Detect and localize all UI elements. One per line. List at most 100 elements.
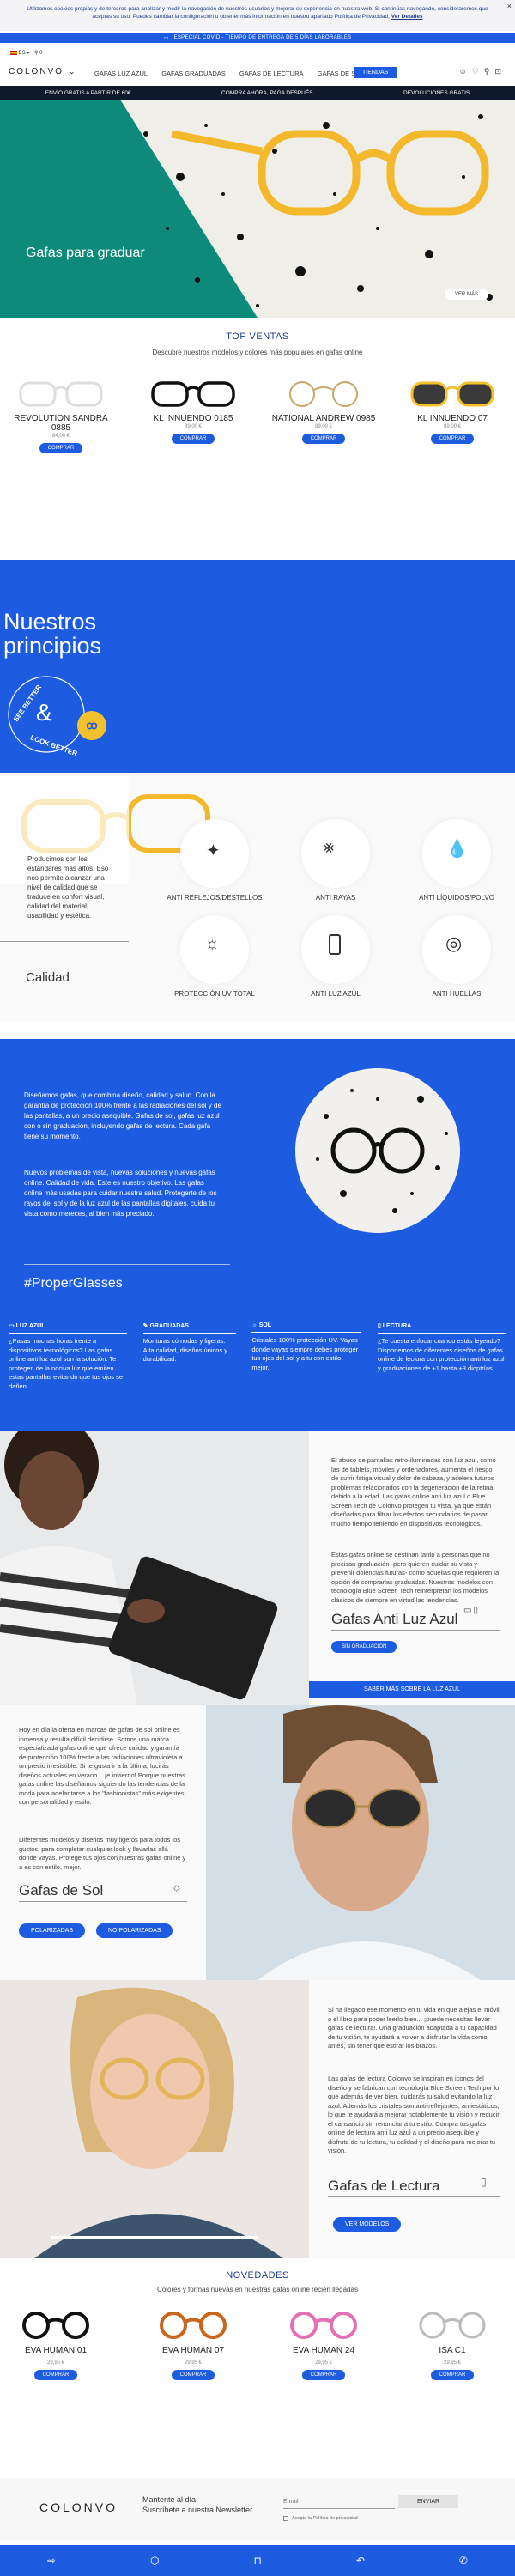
product-name: EVA HUMAN 01 [24,2346,88,2355]
glasses-black-icon [151,381,235,407]
product-card[interactable]: NATIONAL ANDREW 0985 89,00 € COMPRAR [268,378,379,444]
reading-panel: Si ha llegado ese momento en tu vida en … [309,1980,515,2258]
fingerprint-icon: ◎ [445,933,463,954]
user-icon[interactable]: ☺ [459,67,472,76]
newsletter-line2: Suscríbete a nuestra Newsletter [142,2506,253,2514]
truck-icon: ▭ [163,35,169,41]
chevron-down-icon[interactable]: ⌄ [69,67,76,76]
newsletter: COLONVO Mantente al día Suscríbete a nue… [0,2478,515,2540]
principles-banner: Nuestros principios SEE BETTER & LOOK BE… [0,560,515,773]
about-text-1: Diseñamos gafas, que combina diseño, cal… [24,1091,221,1140]
product-card[interactable]: KL INNUENDO 07 89,00 € COMPRAR [397,378,508,444]
bag-icon: ⚲ [34,51,39,56]
stores-button[interactable]: TIENDAS [354,67,397,78]
cookie-banner: Utilizamos cookies propias y de terceros… [0,0,515,31]
close-icon[interactable]: × [507,3,512,10]
newsletter-email-input[interactable] [283,2495,395,2509]
search-icon[interactable]: ⚲ [484,67,495,76]
buy-button[interactable]: COMPRAR [430,2370,475,2380]
about-col-graduated: ✎ GRADUADAS Monturas cómodas y ligeras. … [142,1322,236,1391]
cart-mini[interactable]: ⚲ 0 [34,50,42,56]
product-card[interactable]: KL INNUENDO 0185 89,00 € COMPRAR [137,378,249,444]
product-name: ISA C1 [439,2346,466,2355]
product-card[interactable]: EVA HUMAN 07 29,95 € COMPRAR [137,2310,249,2380]
product-name: KL INNUENDO 07 [417,414,488,423]
product-price: 89,00 € [443,424,462,429]
col-text: Cristales 100% protección UV. Vayas dond… [251,1336,359,1371]
drops-icon: 💧 [446,840,468,859]
logo[interactable]: COLONVO [9,67,64,76]
feature-anti-fingerprint: ◎ [422,915,491,984]
reading-title: Gafas de Lectura [328,2178,440,2194]
hashtag: #ProperGlasses [24,1276,123,1291]
feature-anti-reflection: ✦ [180,819,249,888]
product-card[interactable]: EVA HUMAN 01 29,95 € COMPRAR [0,2310,112,2380]
phone-icon [329,934,341,955]
heart-icon[interactable]: ♡ [472,67,484,76]
product-name: EVA HUMAN 24 [292,2346,355,2355]
top-sales-subtitle: Descubre nuestros modelos y colores más … [152,349,363,356]
truck-icon[interactable]: ⇨ [47,2555,56,2567]
principles-title-line2: principios [3,633,102,659]
sun-photo [206,1705,515,1980]
buy-button[interactable]: COMPRAR [171,434,215,444]
hero-banner: Gafas para graduar VER MÁS [0,100,515,318]
feature-label: ANTI LUZ AZUL [311,990,360,998]
cart-icon[interactable]: ⊡ [494,67,506,76]
product-card[interactable]: REVOLUTION SANDRA 0885 84,00 € COMPRAR [5,378,117,453]
mobile-bottom-bar: ⇨ ⬡ ⊓ ↶ ✆ [0,2545,515,2576]
device-icons: ▭▯ [464,1606,480,1615]
reading-photo [0,1980,309,2258]
polarized-button[interactable]: POLARIZADAS [19,1923,86,1938]
cookie-details-link[interactable]: Ver Detalles [391,14,423,20]
newsletter-line1: Mantente al día [142,2495,197,2504]
glasses-circle-image [295,1068,460,1233]
top-sales-title: TOP VENTAS [226,331,289,342]
tag-icon[interactable]: ⬡ [150,2555,159,2567]
product-card[interactable]: ISA C1 29,95 € COMPRAR [397,2310,508,2380]
return-icon[interactable]: ↶ [356,2555,365,2567]
woman-tablet-image [0,1431,309,1705]
newsletter-submit-button[interactable]: ENVIAR [398,2495,459,2508]
language-selector[interactable]: ES ▾ [10,50,29,56]
news-title: NOVEDADES [226,2270,289,2281]
nav-icons: ☺♡⚲⊡ [459,67,506,76]
buy-button[interactable]: COMPRAR [301,434,346,444]
nav-link-graduated[interactable]: GAFAS GRADUADAS [161,70,226,77]
buy-button[interactable]: COMPRAR [39,443,83,453]
buy-button[interactable]: COMPRAR [430,434,475,444]
product-card[interactable]: EVA HUMAN 24 29,95 € COMPRAR [268,2310,379,2380]
blue-light-more-button[interactable]: SABER MÁS SOBRE LA LUZ AZUL [309,1681,515,1698]
view-models-button[interactable]: VER MODELOS [333,2217,402,2232]
woman-reading-glasses-image [0,1980,309,2258]
glasses-pink-icon [290,2312,357,2339]
blue-light-title: Gafas Anti Luz Azul [331,1611,458,1627]
feature-label: ANTI REFLEJOS/DESTELLOS [167,894,263,902]
sun-icon: ☼ [251,1322,259,1328]
no-prescription-button[interactable]: SIN GRADUACIÓN [331,1641,397,1653]
promo-text: ESPECIAL COVID - TIEMPO DE ENTREGA DE 5 … [173,35,352,40]
hero-more-button[interactable]: VER MÁS [445,289,489,300]
buy-button[interactable]: COMPRAR [301,2370,346,2380]
sparkle-icon: ✦ [206,841,221,860]
nav-links: GAFAS LUZ AZUL GAFAS GRADUADAS GAFAS DE … [94,70,376,77]
sun-icon: ☼ [172,1880,182,1893]
feature-anti-scratch: ⨳ [301,819,370,888]
buy-button[interactable]: COMPRAR [171,2370,215,2380]
bag-icon[interactable]: ⊓ [254,2555,262,2567]
col-head: LECTURA [382,1323,412,1329]
feature-blue-light [301,915,370,984]
product-price: 89,00 € [314,424,333,429]
buy-button[interactable]: COMPRAR [33,2370,78,2380]
non-polarized-button[interactable]: NO POLARIZADAS [96,1923,173,1938]
feature-label: ANTI RAYAS [315,894,356,902]
reading-text-1: Si ha llegado ese momento en tu vida en … [328,2006,500,2050]
nav-link-reading[interactable]: GAFAS DE LECTURA [239,70,304,77]
nav-link-blue-light[interactable]: GAFAS LUZ AZUL [94,70,148,77]
footer-logo[interactable]: COLONVO [39,2500,118,2514]
product-name: NATIONAL ANDREW 0985 [271,414,376,423]
col-text: Monturas cómodas y ligeras. Alta calidad… [142,1337,228,1363]
glasses-orange-icon [160,2312,227,2339]
phone-icon[interactable]: ✆ [459,2555,468,2567]
privacy-checkbox[interactable] [283,2516,288,2521]
